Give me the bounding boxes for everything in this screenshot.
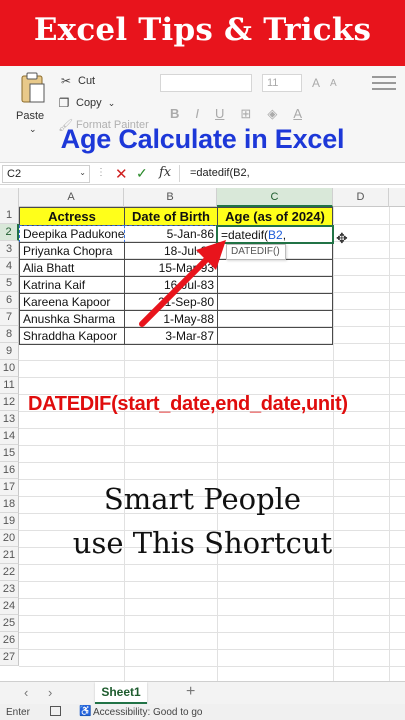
font-controls: 11 A A — [160, 74, 337, 92]
status-bar: Enter ♿ Accessibility: Good to go — [0, 704, 405, 720]
sheet-tabs-bar: ‹ › Sheet1 + — [0, 681, 405, 704]
fill-color-icon[interactable]: ◈ — [267, 106, 277, 122]
row-header-13[interactable]: 13 — [0, 411, 19, 428]
grow-font-icon[interactable]: A — [312, 74, 320, 92]
cross-cursor-icon: ✥ — [336, 230, 348, 246]
cell-a3[interactable]: Priyanka Chopra — [19, 242, 125, 260]
border-icon[interactable]: ⊞ — [240, 106, 251, 122]
scissors-icon: ✂ — [60, 74, 72, 88]
column-header-a[interactable]: A — [19, 188, 124, 207]
clipboard-icon — [21, 72, 45, 103]
shrink-font-icon[interactable]: A — [330, 74, 337, 92]
formula-bar-divider — [179, 165, 180, 182]
row-header-5[interactable]: 5 — [0, 275, 19, 292]
banner-title: Excel Tips & Tricks — [33, 12, 372, 48]
row-header-11[interactable]: 11 — [0, 377, 19, 394]
row-header-14[interactable]: 14 — [0, 428, 19, 445]
row-header-8[interactable]: 8 — [0, 326, 19, 343]
copy-label: Copy — [76, 97, 102, 109]
cell-a7[interactable]: Anushka Sharma — [19, 310, 125, 328]
paste-button[interactable]: Paste ⌄ — [16, 72, 52, 134]
font-color-icon[interactable]: A — [293, 106, 302, 122]
row-header-1[interactable]: 1 — [0, 207, 19, 224]
row-header-25[interactable]: 25 — [0, 615, 19, 632]
copy-icon: ❐ — [58, 96, 70, 110]
row-header-24[interactable]: 24 — [0, 598, 19, 615]
format-controls: B I U ⊞ ◈ A — [170, 106, 302, 122]
column-header-d[interactable]: D — [333, 188, 389, 207]
formula-ref: B2 — [268, 228, 283, 242]
row-header-2[interactable]: 2 — [0, 224, 19, 241]
chevron-left-icon[interactable]: ‹ — [24, 685, 28, 700]
column-header-c[interactable]: C — [217, 188, 333, 207]
formula-bar: C2 ⌄ ⋮ ✕ ✓ fx =datedif(B2, — [0, 163, 405, 185]
chevron-down-icon: ⌄ — [79, 168, 86, 177]
overlay-title: Age Calculate in Excel — [60, 124, 345, 154]
caption-line-1: Smart People — [103, 482, 302, 516]
row-header-26[interactable]: 26 — [0, 632, 19, 649]
paste-label: Paste — [16, 110, 45, 122]
cut-button[interactable]: ✂ Cut — [60, 74, 95, 88]
row-header-12[interactable]: 12 — [0, 394, 19, 411]
insert-function-icon[interactable]: fx — [159, 165, 171, 180]
font-size-select[interactable]: 11 — [262, 74, 302, 92]
red-arrow-icon — [139, 240, 226, 327]
align-icon[interactable] — [372, 76, 402, 94]
name-box-value: C2 — [7, 168, 22, 180]
copy-button[interactable]: ❐ Copy ⌄ — [58, 96, 116, 110]
underline-icon[interactable]: U — [215, 106, 224, 122]
row-header-22[interactable]: 22 — [0, 564, 19, 581]
status-mode: Enter — [6, 707, 30, 718]
more-icon: ⋮ — [96, 167, 106, 178]
caption-line-2: use This Shortcut — [72, 526, 333, 560]
cell-c1[interactable]: Age (as of 2024) — [217, 207, 333, 226]
cancel-icon[interactable]: ✕ — [115, 165, 128, 183]
title-banner: Excel Tips & Tricks — [0, 0, 405, 66]
sheet-tab-sheet1[interactable]: Sheet1 — [95, 682, 147, 704]
font-size-value: 11 — [267, 77, 279, 89]
chevron-down-icon: ⌄ — [107, 97, 116, 108]
column-header-b[interactable]: B — [124, 188, 217, 207]
italic-icon[interactable]: I — [195, 106, 199, 122]
row-header-10[interactable]: 10 — [0, 360, 19, 377]
cut-label: Cut — [78, 75, 96, 87]
row-header-15[interactable]: 15 — [0, 445, 19, 462]
cell-b1[interactable]: Date of Birth — [124, 207, 218, 226]
cell-a6[interactable]: Kareena Kapoor — [19, 293, 125, 311]
cell-a5[interactable]: Katrina Kaif — [19, 276, 125, 294]
macro-record-icon[interactable] — [50, 706, 61, 716]
chevron-right-icon[interactable]: › — [48, 685, 52, 700]
formula-input[interactable]: =datedif(B2, — [190, 167, 250, 179]
accessibility-status[interactable]: Accessibility: Good to go — [93, 707, 203, 718]
add-sheet-icon[interactable]: + — [186, 683, 195, 701]
cell-a4[interactable]: Alia Bhatt — [19, 259, 125, 277]
column-headers: A B C D — [0, 188, 405, 207]
row-header-3[interactable]: 3 — [0, 241, 19, 258]
row-header-27[interactable]: 27 — [0, 649, 19, 666]
accessibility-icon: ♿ — [79, 706, 92, 717]
font-name-select[interactable] — [160, 74, 252, 92]
row-header-9[interactable]: 9 — [0, 343, 19, 360]
cell-a2[interactable]: Deepika Padukone — [19, 225, 125, 243]
enter-icon[interactable]: ✓ — [136, 165, 148, 182]
row-header-16[interactable]: 16 — [0, 462, 19, 479]
row-header-4[interactable]: 4 — [0, 258, 19, 275]
row-header-6[interactable]: 6 — [0, 292, 19, 309]
row-header-23[interactable]: 23 — [0, 581, 19, 598]
bold-icon[interactable]: B — [170, 106, 179, 122]
select-all-corner[interactable] — [0, 188, 19, 207]
syntax-text: DATEDIF(start_date,end_date,unit) — [28, 393, 348, 415]
name-box[interactable]: C2 ⌄ — [2, 165, 90, 183]
row-header-7[interactable]: 7 — [0, 309, 19, 326]
formula-suffix: , — [282, 228, 287, 242]
cell-a8[interactable]: Shraddha Kapoor — [19, 327, 125, 345]
cell-a1[interactable]: Actress — [19, 207, 125, 226]
